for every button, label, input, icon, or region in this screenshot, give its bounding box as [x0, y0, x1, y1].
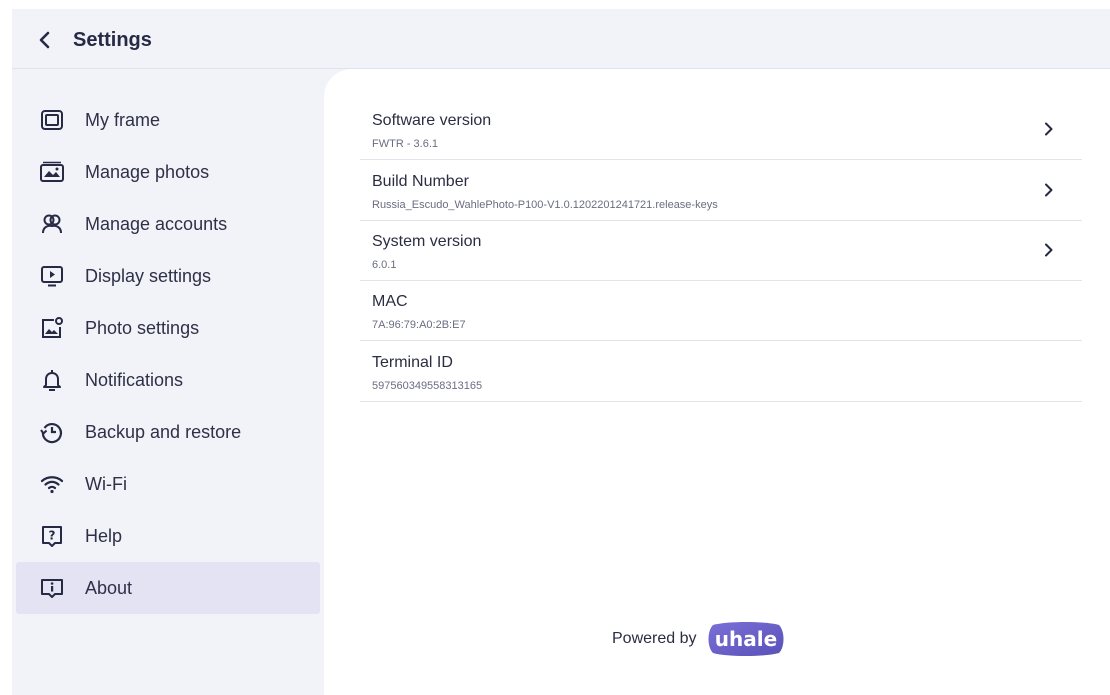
row-value: 597560349558313165 — [372, 380, 483, 392]
system-version-row[interactable]: System version 6.0.1 — [360, 221, 1082, 281]
accounts-icon — [40, 212, 64, 236]
powered-by: Powered by uhale — [612, 619, 785, 659]
chevron-right-icon — [1045, 122, 1053, 136]
sidebar-item-label: About — [85, 578, 133, 598]
header-bar: Settings — [12, 9, 1110, 69]
photo-settings-icon — [40, 316, 64, 340]
photos-icon — [40, 160, 64, 184]
svg-text:?: ? — [49, 529, 56, 543]
uhale-logo: uhale — [708, 622, 783, 656]
mac-address-row: MAC 7A:96:79:A0:2B:E7 — [360, 281, 1082, 341]
build-number-row[interactable]: Build Number Russia_Escudo_WahlePhoto-P1… — [360, 161, 1082, 221]
frame-icon — [40, 108, 64, 132]
sidebar-item-wifi[interactable]: Wi-Fi — [16, 458, 320, 510]
sidebar-item-label: Help — [85, 526, 123, 546]
software-version-row[interactable]: Software version FWTR - 3.6.1 — [360, 100, 1082, 160]
sidebar-item-manage-photos[interactable]: Manage photos — [16, 146, 320, 198]
row-title: System version — [372, 233, 482, 250]
sidebar-item-photo-settings[interactable]: Photo settings — [16, 302, 320, 354]
sidebar-item-backup-restore[interactable]: Backup and restore — [16, 406, 320, 458]
page-title: Settings — [73, 29, 152, 51]
sidebar: My frame Manage photos Manage accounts D… — [12, 69, 324, 695]
sidebar-item-about[interactable]: About — [16, 562, 320, 614]
row-title: Software version — [372, 112, 492, 129]
history-icon — [40, 420, 64, 444]
help-icon: ? — [40, 524, 64, 548]
sidebar-item-display-settings[interactable]: Display settings — [16, 250, 320, 302]
row-value: Russia_Escudo_WahlePhoto-P100-V1.0.12022… — [372, 199, 718, 211]
sidebar-item-label: Backup and restore — [85, 422, 242, 442]
sidebar-item-label: Photo settings — [85, 318, 200, 338]
sidebar-item-label: Display settings — [85, 266, 212, 286]
sidebar-item-label: Manage photos — [85, 162, 210, 182]
row-title: Build Number — [372, 173, 469, 190]
sidebar-item-help[interactable]: ? Help — [16, 510, 320, 562]
sidebar-item-my-frame[interactable]: My frame — [16, 94, 320, 146]
back-button[interactable] — [34, 29, 56, 51]
sidebar-item-notifications[interactable]: Notifications — [16, 354, 320, 406]
row-value: 6.0.1 — [372, 259, 397, 271]
info-icon — [40, 576, 64, 600]
sidebar-item-label: Wi-Fi — [85, 474, 127, 494]
terminal-id-row: Terminal ID 597560349558313165 — [360, 342, 1082, 402]
sidebar-item-label: Manage accounts — [85, 214, 228, 234]
sidebar-item-manage-accounts[interactable]: Manage accounts — [16, 198, 320, 250]
settings-app: Settings My frame Manage photos Manage a… — [12, 9, 1110, 695]
svg-text:uhale: uhale — [714, 627, 776, 651]
sidebar-item-label: Notifications — [85, 370, 184, 390]
chevron-right-icon — [1045, 183, 1053, 197]
about-panel: Software version FWTR - 3.6.1 Build Numb… — [324, 69, 1110, 695]
row-value: 7A:96:79:A0:2B:E7 — [372, 319, 466, 331]
sidebar-item-label: My frame — [85, 110, 161, 130]
powered-by-text: Powered by — [612, 630, 697, 647]
chevron-right-icon — [1045, 243, 1053, 257]
row-value: FWTR - 3.6.1 — [372, 138, 439, 150]
chevron-left-icon — [39, 31, 50, 49]
row-title: Terminal ID — [372, 354, 453, 371]
bell-icon — [40, 368, 64, 392]
wifi-icon — [40, 472, 64, 496]
row-title: MAC — [372, 293, 408, 310]
display-icon — [40, 264, 64, 288]
